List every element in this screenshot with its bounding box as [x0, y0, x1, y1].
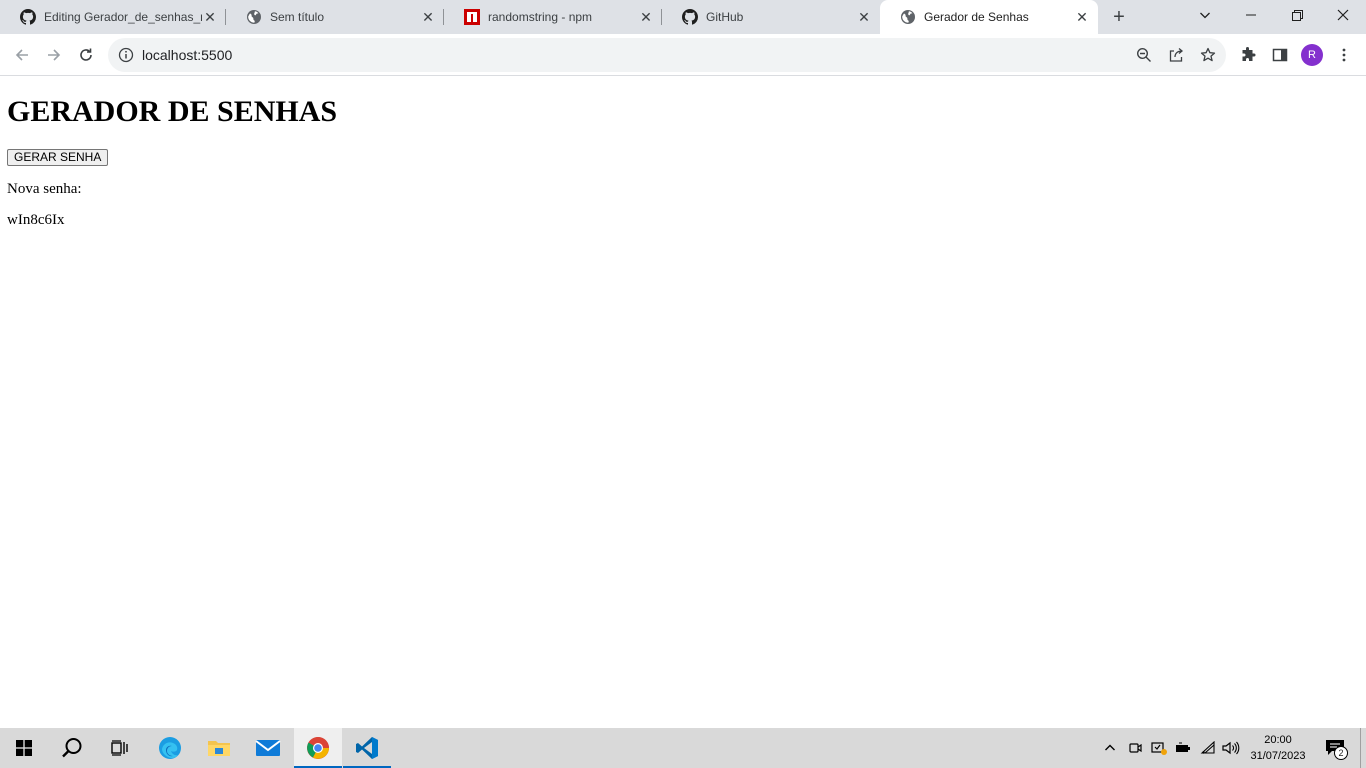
bookmark-star-icon[interactable] — [1198, 45, 1218, 65]
browser-menu-button[interactable] — [1332, 43, 1356, 67]
tab-search-button[interactable] — [1182, 0, 1228, 30]
extensions-button[interactable] — [1236, 43, 1260, 67]
clock-time: 20:00 — [1264, 734, 1292, 746]
tab-sem-titulo[interactable]: Sem título ✕ — [226, 0, 444, 34]
tab-close-icon[interactable]: ✕ — [638, 9, 654, 25]
clock-date: 31/07/2023 — [1250, 750, 1306, 762]
arrow-right-icon — [48, 49, 61, 61]
task-view-icon — [111, 740, 128, 756]
tab-title: Gerador de Senhas — [924, 10, 1029, 24]
action-center-button[interactable]: 2 — [1320, 736, 1350, 760]
close-icon — [1337, 9, 1349, 21]
tab-editing-gerador[interactable]: Editing Gerador_de_senhas_n ✕ — [0, 0, 226, 34]
taskbar-clock[interactable]: 20:00 31/07/2023 — [1240, 732, 1316, 764]
share-icon[interactable] — [1166, 45, 1186, 65]
minimize-icon — [1246, 14, 1256, 16]
back-button[interactable] — [10, 43, 34, 67]
taskbar-mail[interactable] — [244, 728, 292, 768]
restore-button[interactable] — [1274, 0, 1320, 30]
windows-logo-icon — [16, 740, 32, 756]
browser-tab-strip: Editing Gerador_de_senhas_n ✕ Sem título… — [0, 0, 1366, 34]
task-view-button[interactable] — [96, 728, 144, 768]
browser-toolbar: localhost:5500 R — [0, 34, 1366, 76]
tab-randomstring-npm[interactable]: randomstring - npm ✕ — [444, 0, 662, 34]
url-text[interactable]: localhost:5500 — [142, 47, 232, 63]
side-panel-button[interactable] — [1268, 43, 1292, 67]
kebab-menu-icon — [1342, 48, 1346, 62]
minimize-button[interactable] — [1228, 0, 1274, 30]
github-icon — [682, 9, 698, 25]
tab-title: randomstring - npm — [488, 10, 593, 24]
mail-icon — [255, 740, 281, 756]
web-page-content: GERADOR DE SENHAS GERAR SENHA Nova senha… — [0, 77, 1366, 728]
taskbar-chrome[interactable] — [294, 728, 342, 768]
tab-title: Sem título — [270, 10, 325, 24]
vscode-icon — [356, 737, 378, 759]
tab-github[interactable]: GitHub ✕ — [662, 0, 880, 34]
show-hidden-icons-button[interactable] — [1100, 738, 1120, 758]
windows-taskbar: 20:00 31/07/2023 2 — [0, 728, 1366, 768]
tab-close-icon[interactable]: ✕ — [856, 9, 872, 25]
folder-icon — [208, 741, 230, 756]
npm-icon — [464, 9, 480, 25]
tab-title: Editing Gerador_de_senhas_n — [44, 10, 202, 24]
show-desktop-button[interactable] — [1360, 728, 1366, 768]
volume-icon[interactable] — [1221, 738, 1241, 758]
new-tab-button[interactable]: + — [1108, 6, 1130, 28]
security-center-icon[interactable] — [1149, 738, 1169, 758]
wifi-icon[interactable] — [1198, 738, 1218, 758]
generated-password: wIn8c6Ix — [7, 212, 65, 228]
restore-icon — [1291, 9, 1303, 21]
chrome-icon — [307, 737, 329, 759]
meet-now-icon[interactable] — [1125, 738, 1145, 758]
taskbar-vscode[interactable] — [343, 728, 391, 768]
arrow-left-icon — [15, 49, 28, 61]
search-icon — [62, 738, 82, 758]
address-bar[interactable]: localhost:5500 — [108, 38, 1226, 72]
close-window-button[interactable] — [1320, 0, 1366, 30]
reload-button[interactable] — [74, 43, 98, 67]
globe-icon — [900, 9, 916, 25]
notification-count-badge: 2 — [1334, 746, 1348, 760]
new-password-label: Nova senha: — [7, 181, 82, 197]
zoom-out-icon[interactable] — [1134, 45, 1154, 65]
forward-button[interactable] — [42, 43, 66, 67]
tab-title: GitHub — [706, 10, 744, 24]
search-button[interactable] — [48, 728, 96, 768]
side-panel-icon — [1272, 48, 1288, 62]
tab-gerador-de-senhas[interactable]: Gerador de Senhas ✕ — [880, 0, 1098, 34]
tab-close-icon[interactable]: ✕ — [420, 9, 436, 25]
puzzle-icon — [1242, 47, 1256, 61]
chevron-down-icon — [1200, 12, 1210, 19]
globe-icon — [246, 9, 262, 25]
taskbar-edge[interactable] — [146, 728, 194, 768]
tab-close-icon[interactable]: ✕ — [202, 9, 218, 25]
generate-password-button[interactable]: GERAR SENHA — [7, 149, 109, 166]
chevron-up-icon — [1105, 744, 1115, 751]
taskbar-file-explorer[interactable] — [195, 728, 243, 768]
reload-icon — [80, 48, 92, 61]
start-button[interactable] — [0, 728, 48, 768]
site-info-icon[interactable] — [118, 47, 134, 63]
edge-icon — [159, 737, 181, 759]
github-icon — [20, 9, 36, 25]
tab-close-icon[interactable]: ✕ — [1074, 9, 1090, 25]
profile-avatar[interactable]: R — [1301, 44, 1323, 66]
battery-icon[interactable] — [1173, 738, 1193, 758]
page-title: GERADOR DE SENHAS — [7, 95, 338, 128]
